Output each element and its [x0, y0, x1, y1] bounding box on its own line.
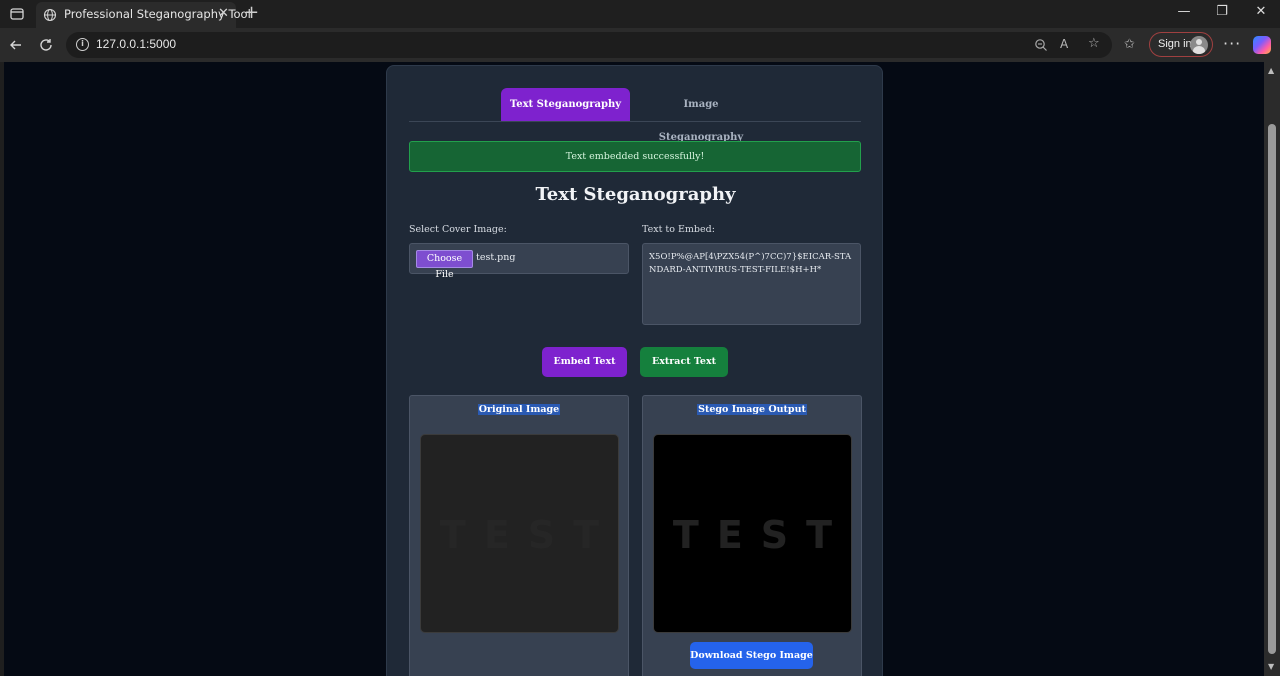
- browser-toolbar: i 127.0.0.1:5000 A ☆ ✩ Sign in ···: [0, 28, 1280, 62]
- page-scrollbar[interactable]: ▲ ▼: [1264, 62, 1280, 676]
- scroll-down-icon[interactable]: ▼: [1268, 662, 1274, 671]
- close-tab-icon[interactable]: ✕: [218, 6, 229, 21]
- browser-tab-strip: Professional Steganography Tool ✕ + — ❐ …: [0, 0, 1280, 28]
- site-info-icon[interactable]: i: [76, 38, 89, 51]
- page-title: Text Steganography: [535, 184, 736, 205]
- success-alert: Text embedded successfully!: [409, 141, 861, 172]
- avatar-icon: [1190, 36, 1208, 54]
- stego-image-title: Stego Image Output: [697, 404, 807, 415]
- scroll-up-icon[interactable]: ▲: [1268, 66, 1274, 75]
- address-url[interactable]: 127.0.0.1:5000: [96, 37, 176, 51]
- original-image-title: Original Image: [477, 404, 561, 415]
- cover-image-label: Select Cover Image:: [409, 224, 507, 235]
- original-image-preview: TEST: [420, 434, 619, 633]
- mode-tabs: Text Steganography Image Steganography: [409, 66, 861, 143]
- stego-image-panel: Stego Image Output TEST Download Stego I…: [642, 395, 862, 676]
- more-icon[interactable]: ···: [1223, 34, 1241, 53]
- tab-text-steganography[interactable]: Text Steganography: [501, 88, 630, 121]
- tab-image-steganography[interactable]: Image Steganography: [641, 88, 761, 143]
- favorites-icon[interactable]: ✩: [1124, 37, 1135, 52]
- page-viewport: Text Steganography Image Steganography T…: [4, 62, 1264, 676]
- extract-text-button[interactable]: Extract Text: [640, 347, 728, 377]
- choose-file-button[interactable]: Choose File: [416, 250, 473, 280]
- read-aloud-icon[interactable]: A: [1060, 37, 1068, 51]
- text-to-embed-label: Text to Embed:: [642, 224, 715, 235]
- original-image-text: TEST: [439, 513, 618, 557]
- tab-actions-icon[interactable]: [9, 6, 25, 22]
- minimize-icon[interactable]: —: [1174, 4, 1194, 19]
- copilot-icon[interactable]: [1253, 36, 1271, 54]
- favorite-star-icon[interactable]: ☆: [1088, 36, 1100, 51]
- address-bar[interactable]: i 127.0.0.1:5000 A ☆: [66, 32, 1112, 58]
- stego-image-preview: TEST: [653, 434, 852, 633]
- embed-text-button[interactable]: Embed Text: [542, 347, 627, 377]
- cover-image-input[interactable]: Choose File test.png: [409, 243, 629, 280]
- refresh-icon[interactable]: [38, 37, 54, 53]
- globe-icon: [43, 8, 57, 22]
- browser-tab[interactable]: Professional Steganography Tool ✕: [36, 2, 251, 28]
- selected-file-name: test.png: [476, 252, 516, 263]
- zoom-icon[interactable]: [1034, 38, 1048, 52]
- original-image-panel: Original Image TEST: [409, 395, 629, 676]
- maximize-icon[interactable]: ❐: [1212, 4, 1232, 19]
- scrollbar-thumb[interactable]: [1268, 124, 1276, 654]
- new-tab-icon[interactable]: +: [244, 3, 259, 23]
- close-window-icon[interactable]: ✕: [1251, 4, 1271, 19]
- main-card: Text Steganography Image Steganography T…: [386, 65, 883, 676]
- download-stego-button[interactable]: Download Stego Image: [690, 642, 813, 669]
- sign-in-button[interactable]: Sign in: [1149, 32, 1213, 57]
- back-icon[interactable]: [8, 37, 24, 53]
- stego-image-text: TEST: [672, 513, 851, 557]
- text-to-embed-field[interactable]: X5O!P%@AP[4\PZX54(P^)7CC)7}$EICAR-STANDA…: [642, 243, 861, 325]
- sign-in-label: Sign in: [1158, 38, 1192, 50]
